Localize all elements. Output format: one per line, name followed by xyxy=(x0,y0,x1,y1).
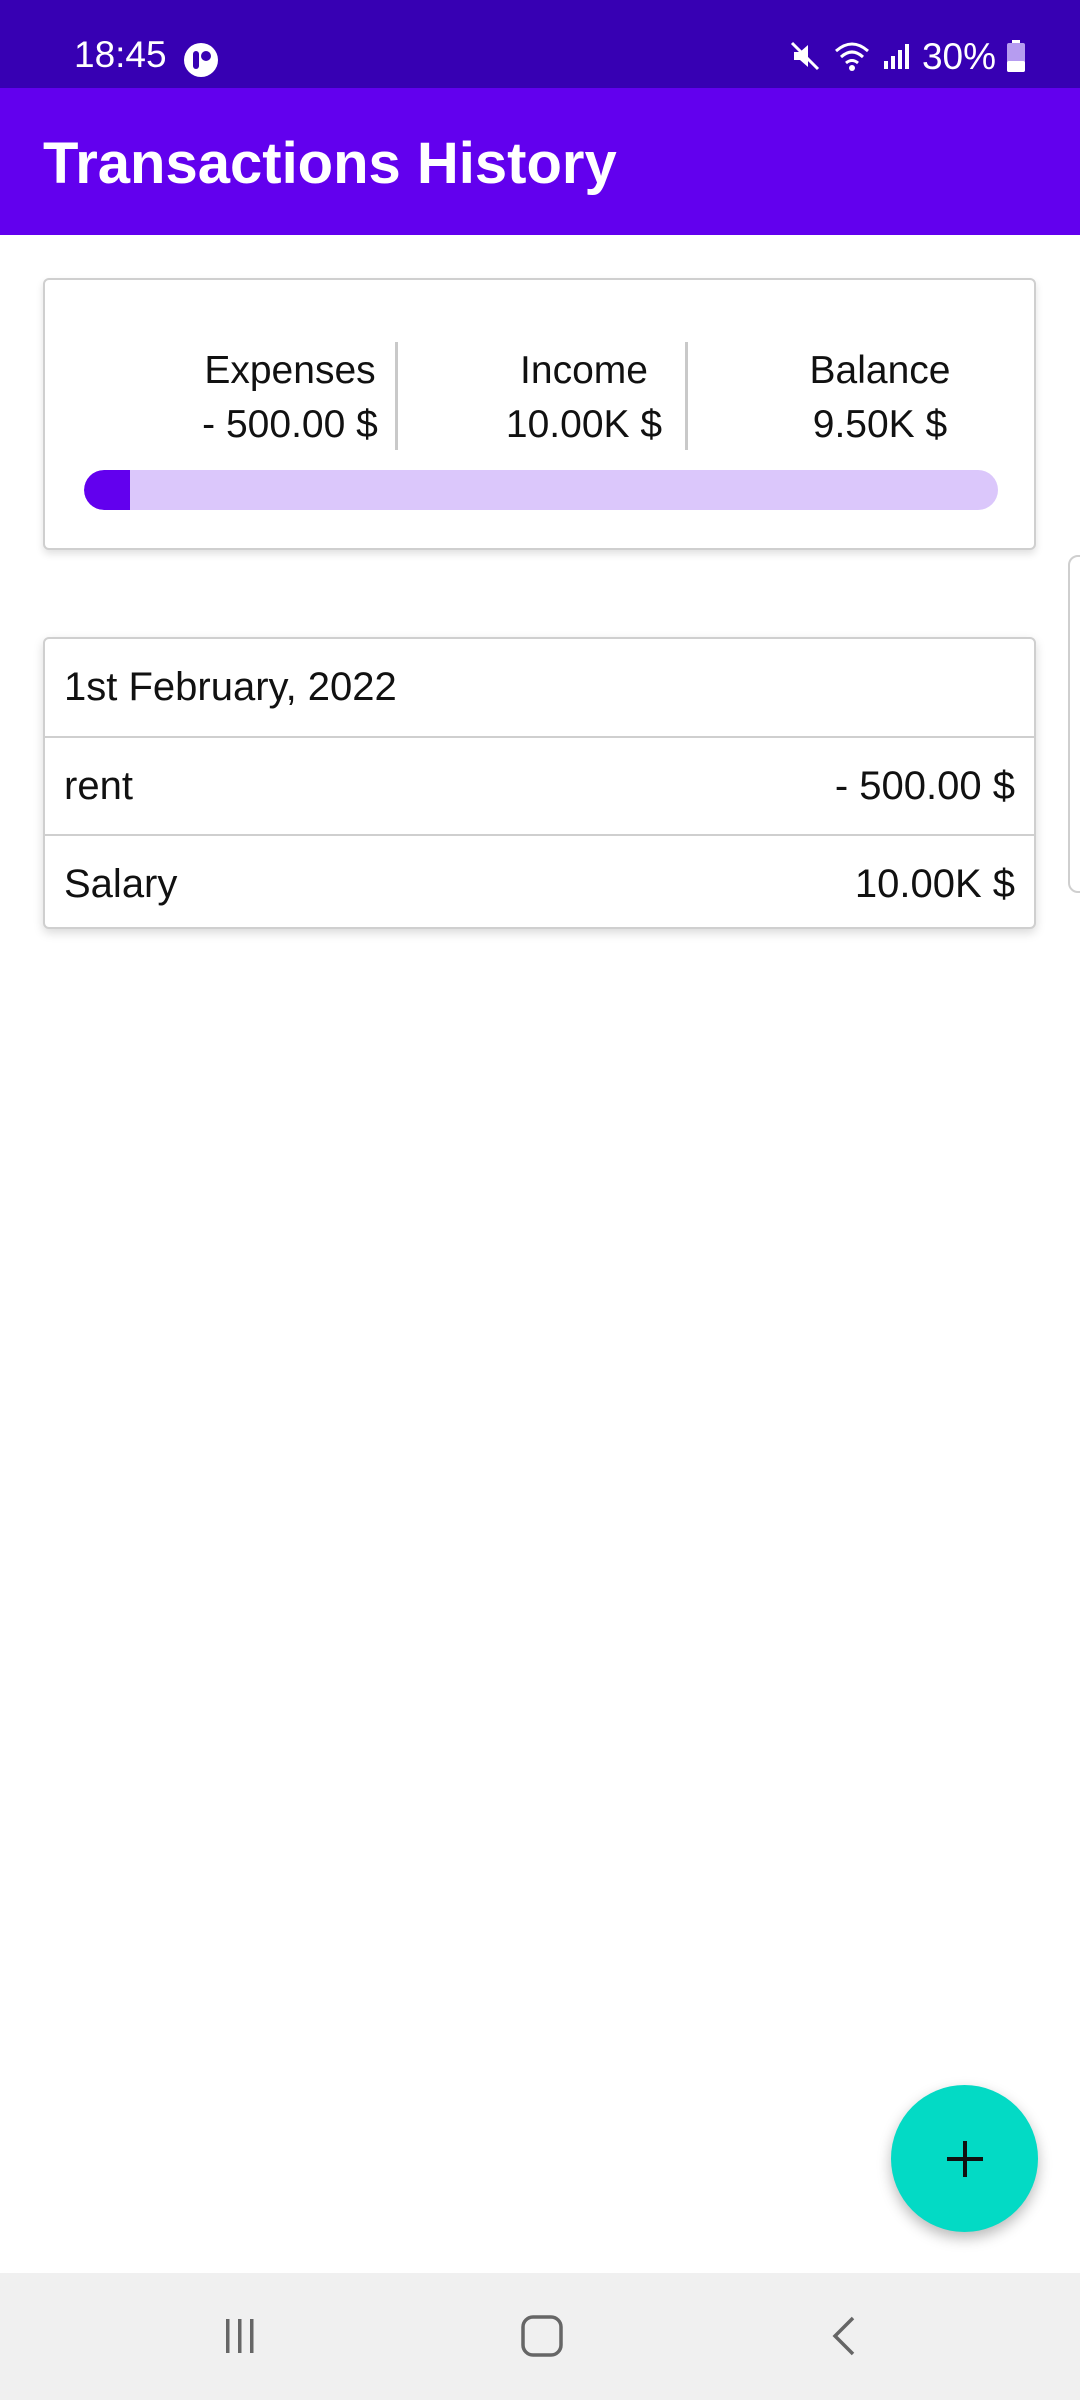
transaction-amount: 10.00K $ xyxy=(854,862,1015,906)
mute-icon xyxy=(788,39,822,73)
expenses-summary: Expenses - 500.00 $ xyxy=(145,344,435,452)
status-icons: 30% xyxy=(788,36,1026,76)
transaction-row-rent[interactable]: rent - 500.00 $ xyxy=(45,736,1034,833)
battery-percentage: 30% xyxy=(921,35,996,77)
expense-progress-bar xyxy=(84,470,998,510)
transaction-date: 1st February, 2022 xyxy=(64,665,397,709)
recents-icon xyxy=(226,2319,254,2353)
app-bar: Transactions History xyxy=(0,88,1080,235)
wifi-icon xyxy=(832,39,872,73)
date-header: 1st February, 2022 xyxy=(45,639,1034,736)
home-button[interactable] xyxy=(502,2306,582,2366)
recents-button[interactable] xyxy=(200,2306,280,2366)
back-icon xyxy=(832,2316,855,2356)
add-transaction-button[interactable] xyxy=(891,2085,1038,2232)
balance-summary: Balance 9.50K $ xyxy=(735,344,1025,452)
status-bar: 18:45 30% xyxy=(0,0,1080,88)
expense-progress-fill xyxy=(84,470,130,510)
home-icon xyxy=(521,2315,563,2357)
summary-card: Expenses - 500.00 $ Income 10.00K $ Bala… xyxy=(43,278,1036,550)
plus-icon xyxy=(946,2140,983,2177)
balance-label: Balance xyxy=(809,349,951,392)
transaction-amount: - 500.00 $ xyxy=(834,764,1015,808)
transactions-card: 1st February, 2022 rent - 500.00 $ Salar… xyxy=(43,637,1036,929)
expenses-label: Expenses xyxy=(204,349,376,392)
status-time: 18:45 xyxy=(74,34,167,75)
transaction-name: Salary xyxy=(64,862,178,906)
balance-value: 9.50K $ xyxy=(812,403,948,446)
expenses-value: - 500.00 $ xyxy=(202,403,378,446)
peeking-card[interactable] xyxy=(1068,555,1080,893)
transaction-row-salary[interactable]: Salary 10.00K $ xyxy=(45,834,1034,927)
signal-icon xyxy=(882,41,912,71)
transaction-name: rent xyxy=(64,764,133,808)
app-notification-icon xyxy=(183,42,219,78)
divider xyxy=(395,342,398,450)
battery-icon xyxy=(1006,39,1026,73)
back-button[interactable] xyxy=(805,2306,885,2366)
divider xyxy=(685,342,688,450)
navigation-bar xyxy=(0,2273,1080,2400)
page-title: Transactions History xyxy=(43,131,617,196)
